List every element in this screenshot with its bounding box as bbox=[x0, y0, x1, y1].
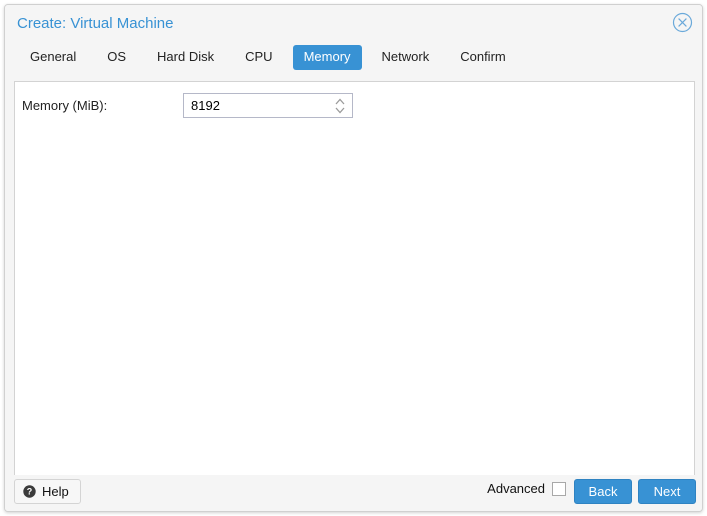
next-button[interactable]: Next bbox=[638, 479, 696, 504]
advanced-label: Advanced bbox=[487, 481, 545, 496]
memory-form-row: Memory (MiB): 8192 bbox=[15, 93, 694, 119]
memory-settings-panel: Memory (MiB): 8192 bbox=[14, 81, 695, 481]
tab-general[interactable]: General bbox=[19, 45, 87, 70]
help-button[interactable]: ? Help bbox=[14, 479, 81, 504]
advanced-toggle[interactable]: Advanced bbox=[487, 481, 566, 496]
memory-label: Memory (MiB): bbox=[22, 98, 108, 113]
tab-confirm[interactable]: Confirm bbox=[449, 45, 517, 70]
svg-text:?: ? bbox=[27, 487, 33, 497]
spinner-updown-icon[interactable] bbox=[333, 96, 347, 116]
create-vm-dialog: Create: Virtual Machine General OS Hard Di… bbox=[4, 4, 703, 512]
question-mark-circle-icon: ? bbox=[23, 485, 36, 498]
dialog-titlebar: Create: Virtual Machine bbox=[5, 5, 702, 45]
dialog-title: Create: Virtual Machine bbox=[17, 15, 174, 32]
dialog-footer: ? Help Advanced Back Next bbox=[5, 475, 702, 511]
memory-value: 8192 bbox=[191, 98, 220, 113]
tab-memory[interactable]: Memory bbox=[292, 45, 362, 70]
tab-os[interactable]: OS bbox=[96, 45, 137, 70]
tab-cpu[interactable]: CPU bbox=[234, 45, 283, 70]
memory-input[interactable]: 8192 bbox=[183, 93, 353, 118]
tab-hard-disk[interactable]: Hard Disk bbox=[146, 45, 225, 70]
advanced-checkbox[interactable] bbox=[552, 481, 566, 496]
back-button[interactable]: Back bbox=[574, 479, 632, 504]
help-label: Help bbox=[42, 484, 69, 499]
tab-network[interactable]: Network bbox=[371, 45, 441, 70]
wizard-tab-bar: General OS Hard Disk CPU Memory Network Confir… bbox=[5, 45, 702, 76]
close-icon[interactable] bbox=[672, 12, 693, 33]
